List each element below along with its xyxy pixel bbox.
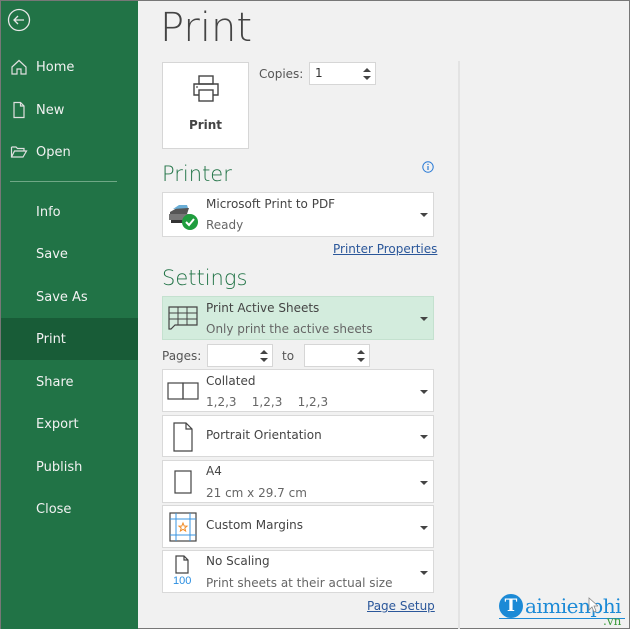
collation-subtitle: 1,2,3 1,2,3 1,2,3 (206, 395, 329, 409)
sidebar-divider (10, 181, 117, 182)
custom-margins-icon (169, 512, 197, 542)
printer-icon (193, 75, 219, 102)
sidebar-item-label: Close (36, 501, 72, 517)
spin-arrows-icon[interactable] (260, 349, 268, 363)
sidebar-item-print[interactable]: Print (1, 318, 138, 360)
sidebar-item-label: Print (36, 331, 66, 347)
paper-size-dropdown[interactable]: A4 21 cm x 29.7 cm (162, 460, 434, 503)
orientation-dropdown[interactable]: Portrait Orientation (162, 415, 434, 457)
printer-properties-link[interactable]: Printer Properties (333, 242, 437, 256)
chevron-down-icon (420, 213, 428, 217)
preview-divider (458, 61, 460, 629)
sidebar-item-info[interactable]: Info (1, 191, 138, 233)
copies-input[interactable]: 1 (309, 62, 376, 85)
page-setup-link[interactable]: Page Setup (367, 599, 435, 613)
orientation-title: Portrait Orientation (206, 428, 322, 442)
paper-size-subtitle: 21 cm x 29.7 cm (206, 486, 307, 500)
folder-open-icon (10, 146, 28, 158)
collation-dropdown[interactable]: Collated 1,2,3 1,2,3 1,2,3 (162, 369, 434, 412)
page-title: Print (160, 5, 253, 51)
copies-value: 1 (315, 66, 323, 80)
portrait-page-icon (173, 422, 193, 452)
scaling-dropdown[interactable]: 100 No Scaling Print sheets at their act… (162, 550, 434, 593)
scaling-icon-text: 100 (173, 575, 191, 587)
sidebar-item-close[interactable]: Close (1, 488, 138, 530)
sidebar-item-label: Save (36, 246, 68, 262)
print-button[interactable]: Print (162, 62, 249, 149)
sidebar-item-label: Publish (36, 459, 83, 475)
sidebar-item-label: New (36, 102, 65, 118)
collated-icon (167, 382, 199, 400)
sidebar-item-save-as[interactable]: Save As (1, 276, 138, 318)
chevron-down-icon (420, 317, 428, 321)
paper-size-title: A4 (206, 464, 222, 478)
spin-arrows-icon[interactable] (357, 349, 365, 363)
sidebar-item-home[interactable]: Home (1, 46, 138, 88)
sidebar-item-label: Save As (36, 289, 88, 305)
info-icon[interactable] (422, 161, 434, 173)
sidebar-item-export[interactable]: Export (1, 403, 138, 445)
pages-label: Pages: (162, 349, 202, 363)
scaling-subtitle: Print sheets at their actual size (206, 576, 393, 590)
sidebar-item-save[interactable]: Save (1, 233, 138, 275)
mouse-cursor-icon (588, 597, 598, 613)
printer-ready-icon (169, 205, 198, 230)
sidebar-item-label: Export (36, 416, 79, 432)
sidebar-item-publish[interactable]: Publish (1, 446, 138, 488)
chevron-down-icon (420, 435, 428, 439)
backstage-sidebar: Home New Open Info Save Save As Print Sh… (1, 1, 138, 629)
spin-arrows-icon[interactable] (363, 67, 371, 81)
paper-size-icon (174, 470, 192, 494)
printer-heading: Printer (162, 162, 232, 186)
to-label: to (282, 349, 295, 363)
no-scaling-icon: 100 (173, 555, 191, 587)
printer-name: Microsoft Print to PDF (206, 197, 336, 211)
print-what-title: Print Active Sheets (206, 301, 320, 315)
sidebar-item-new[interactable]: New (1, 89, 138, 131)
print-what-subtitle: Only print the active sheets (206, 322, 373, 336)
pages-from-input[interactable] (207, 344, 273, 367)
settings-heading: Settings (162, 266, 248, 290)
chevron-down-icon (420, 526, 428, 530)
new-file-icon (13, 101, 25, 119)
scaling-title: No Scaling (206, 554, 270, 568)
chevron-down-icon (420, 481, 428, 485)
print-what-dropdown[interactable]: Print Active Sheets Only print the activ… (162, 296, 434, 340)
watermark-suffix: .vn (603, 614, 622, 628)
printer-status: Ready (206, 218, 244, 232)
active-sheets-icon (168, 306, 198, 330)
print-button-label: Print (188, 118, 223, 132)
collation-title: Collated (206, 374, 256, 388)
sidebar-item-label: Home (36, 59, 75, 75)
copies-label: Copies: (259, 67, 304, 81)
sidebar-item-label: Open (36, 144, 71, 160)
printer-dropdown[interactable]: Microsoft Print to PDF Ready (162, 192, 434, 237)
chevron-down-icon (420, 571, 428, 575)
chevron-down-icon (420, 390, 428, 394)
home-icon (11, 59, 27, 75)
sidebar-item-label: Info (36, 204, 61, 220)
back-button[interactable] (7, 8, 31, 32)
sidebar-item-share[interactable]: Share (1, 361, 138, 403)
pages-to-input[interactable] (304, 344, 370, 367)
margins-dropdown[interactable]: Custom Margins (162, 505, 434, 548)
sidebar-item-label: Share (36, 374, 74, 390)
margins-title: Custom Margins (206, 518, 304, 532)
back-arrow-icon (7, 8, 31, 32)
watermark-letter: T (499, 594, 523, 618)
sidebar-item-open[interactable]: Open (1, 131, 138, 173)
